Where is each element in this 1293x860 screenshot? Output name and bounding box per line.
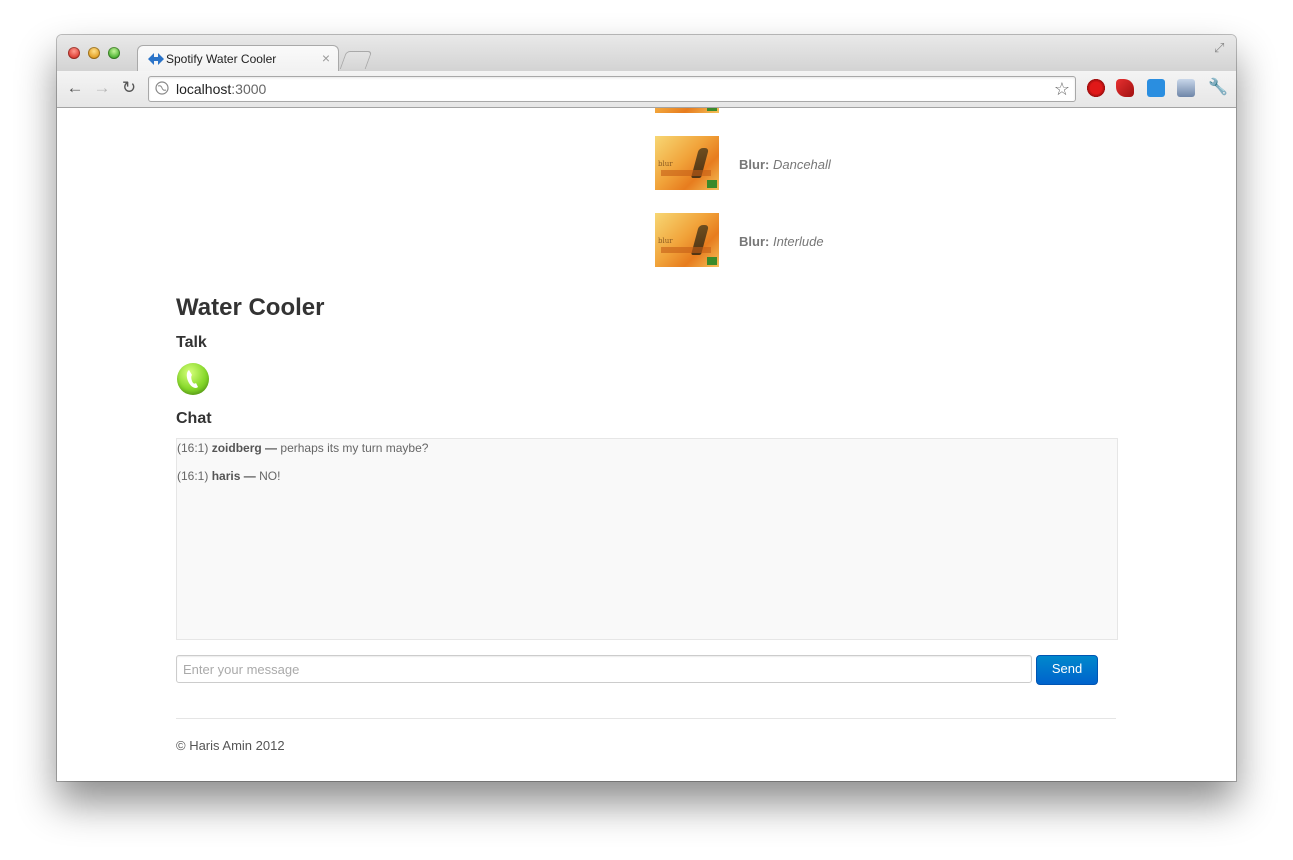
- chat-heading: Chat: [176, 410, 212, 427]
- track-label: Blur: Interlude: [739, 234, 824, 249]
- chat-time: (16:1): [177, 469, 209, 483]
- message-input[interactable]: [176, 655, 1032, 683]
- album-art: blur: [655, 108, 719, 113]
- track-label: Blur: Dancehall: [739, 157, 831, 172]
- track-artist: Blur:: [739, 157, 770, 172]
- chat-message: (16:1) zoidberg — perhaps its my turn ma…: [177, 441, 428, 455]
- chat-message: (16:1) haris — NO!: [177, 469, 280, 483]
- back-arrow-icon[interactable]: ←: [65, 78, 85, 98]
- chat-text: NO!: [259, 469, 281, 483]
- browser-tab[interactable]: Spotify Water Cooler ×: [137, 45, 339, 73]
- track-artist: Blur:: [739, 234, 770, 249]
- bookmark-star-icon[interactable]: ☆: [1054, 79, 1070, 100]
- chat-text: perhaps its my turn maybe?: [280, 441, 429, 455]
- browser-window: Spotify Water Cooler × ⤢ ← → ↻ localhost…: [57, 35, 1236, 781]
- tab-close-icon[interactable]: ×: [322, 50, 330, 66]
- extension-blue-x-icon[interactable]: [1147, 79, 1165, 97]
- phone-call-icon[interactable]: [177, 363, 209, 395]
- browser-toolbar: ← → ↻ localhost:3000 ☆ 🔧: [57, 71, 1236, 108]
- chat-log[interactable]: (16:1) zoidberg — perhaps its my turn ma…: [176, 438, 1118, 640]
- title-bar: Spotify Water Cooler × ⤢: [57, 35, 1236, 73]
- extension-camera-icon[interactable]: [1177, 79, 1195, 97]
- zoom-window-button[interactable]: [108, 47, 120, 59]
- footer-divider: [176, 718, 1116, 719]
- spotify-favicon-icon: [148, 53, 164, 65]
- address-bar[interactable]: localhost:3000 ☆: [148, 76, 1076, 102]
- fullscreen-icon[interactable]: ⤢: [1214, 40, 1228, 55]
- page-title: Water Cooler: [176, 294, 325, 321]
- track-title: Interlude: [772, 234, 824, 249]
- album-art: blur: [655, 213, 719, 267]
- tab-title: Spotify Water Cooler: [166, 52, 277, 66]
- page-content: blur blur Blur: Dancehall blur Blur: Int…: [57, 108, 1236, 781]
- minimize-window-button[interactable]: [88, 47, 100, 59]
- send-button[interactable]: Send: [1036, 655, 1098, 685]
- chat-user: zoidberg —: [211, 441, 278, 455]
- album-art: blur: [655, 136, 719, 190]
- extension-red-gem-icon[interactable]: [1116, 79, 1134, 97]
- talk-heading: Talk: [176, 334, 207, 351]
- chat-user: haris —: [211, 469, 256, 483]
- extension-red-dot-icon[interactable]: [1087, 79, 1105, 97]
- close-window-button[interactable]: [68, 47, 80, 59]
- globe-icon: [155, 81, 169, 95]
- new-tab-button[interactable]: [339, 51, 373, 69]
- chat-time: (16:1): [177, 441, 209, 455]
- url-text: localhost:3000: [176, 81, 267, 97]
- wrench-icon[interactable]: 🔧: [1208, 78, 1228, 98]
- footer-text: © Haris Amin 2012: [176, 738, 285, 753]
- forward-arrow-icon[interactable]: →: [92, 78, 112, 98]
- track-title: Dancehall: [772, 157, 831, 172]
- reload-icon[interactable]: ↻: [119, 78, 139, 98]
